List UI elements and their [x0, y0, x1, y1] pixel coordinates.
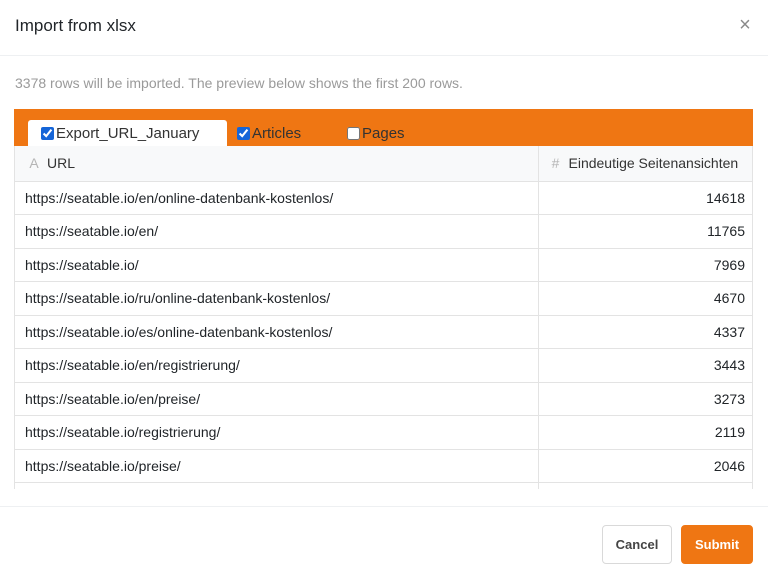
column-header-url: A URL — [15, 146, 539, 182]
url-cell: https://seatable.io/en/ — [15, 214, 539, 249]
table-row: https://seatable.io/en/preise/3273 — [15, 382, 752, 416]
sheet-tab-bar: Export_URL_January Articles Pages — [14, 109, 753, 146]
table-row: https://seatable.io/en/online-datenbank-… — [15, 181, 752, 215]
table-row: https://seatable.io/preise/2046 — [15, 449, 752, 483]
column-header-views: # Eindeutige Seitenansichten — [538, 146, 752, 182]
import-dialog: Import from xlsx × 3378 rows will be imp… — [0, 0, 768, 578]
sheet-checkbox-articles[interactable] — [237, 126, 250, 140]
table-header-row: A URL # Eindeutige Seitenansichten — [15, 146, 752, 182]
url-cell: https://seatable.io/ru/online-datenbank-… — [15, 281, 539, 316]
table-row: https://seatable.io/7969 — [15, 248, 752, 282]
table-row: https://seatable.io/ru/online-datenbank-… — [15, 281, 752, 316]
tab-pages[interactable]: Pages — [347, 120, 437, 146]
tab-export-url-january[interactable]: Export_URL_January — [28, 120, 227, 146]
url-cell: https://seatable.io/en/online-datenbank-… — [15, 181, 539, 215]
url-cell: https://seatable.io/en/registrierung/ — [15, 348, 539, 383]
column-label: Eindeutige Seitenansichten — [568, 155, 739, 172]
sheet-checkbox-export-url-january[interactable] — [41, 126, 54, 140]
views-cell: 4670 — [538, 281, 752, 316]
tab-label: Export_URL_January — [56, 124, 200, 142]
number-type-icon: # — [551, 155, 560, 172]
table-row: https://seatable.io/registrierung/2119 — [15, 415, 752, 450]
views-cell: 3443 — [538, 348, 752, 383]
url-cell: https://seatable.io/preise/ — [15, 449, 539, 483]
dialog-footer: Cancel Submit — [0, 506, 768, 578]
views-cell: 3273 — [538, 382, 752, 416]
tab-articles[interactable]: Articles — [237, 120, 337, 146]
views-cell — [538, 482, 752, 489]
tab-label: Articles — [252, 124, 302, 142]
cancel-button[interactable]: Cancel — [602, 525, 672, 564]
preview-table-scroll[interactable]: A URL # Eindeutige Seitenansichten https:/… — [14, 146, 753, 489]
table-row: https://seatable.io/en/11765 — [15, 214, 752, 249]
views-cell: 11765 — [538, 214, 752, 249]
column-label: URL — [47, 155, 76, 172]
import-info-text: 3378 rows will be imported. The preview … — [15, 75, 463, 91]
dialog-title: Import from xlsx — [15, 16, 136, 35]
table-row — [15, 482, 752, 489]
url-cell — [15, 482, 539, 489]
views-cell: 2119 — [538, 415, 752, 450]
table-row: https://seatable.io/es/online-datenbank-… — [15, 315, 752, 349]
views-cell: 14618 — [538, 181, 752, 215]
preview-table: A URL # Eindeutige Seitenansichten https:/… — [15, 146, 752, 489]
close-icon[interactable]: × — [737, 15, 753, 35]
url-cell: https://seatable.io/en/preise/ — [15, 382, 539, 416]
views-cell: 7969 — [538, 248, 752, 282]
url-cell: https://seatable.io/ — [15, 248, 539, 282]
table-row: https://seatable.io/en/registrierung/344… — [15, 348, 752, 383]
text-type-icon: A — [29, 155, 39, 172]
views-cell: 2046 — [538, 449, 752, 483]
url-cell: https://seatable.io/registrierung/ — [15, 415, 539, 450]
tab-label: Pages — [362, 124, 405, 142]
url-cell: https://seatable.io/es/online-datenbank-… — [15, 315, 539, 349]
submit-button[interactable]: Submit — [681, 525, 753, 564]
sheet-checkbox-pages[interactable] — [347, 126, 360, 140]
views-cell: 4337 — [538, 315, 752, 349]
dialog-header: Import from xlsx × — [0, 0, 768, 56]
